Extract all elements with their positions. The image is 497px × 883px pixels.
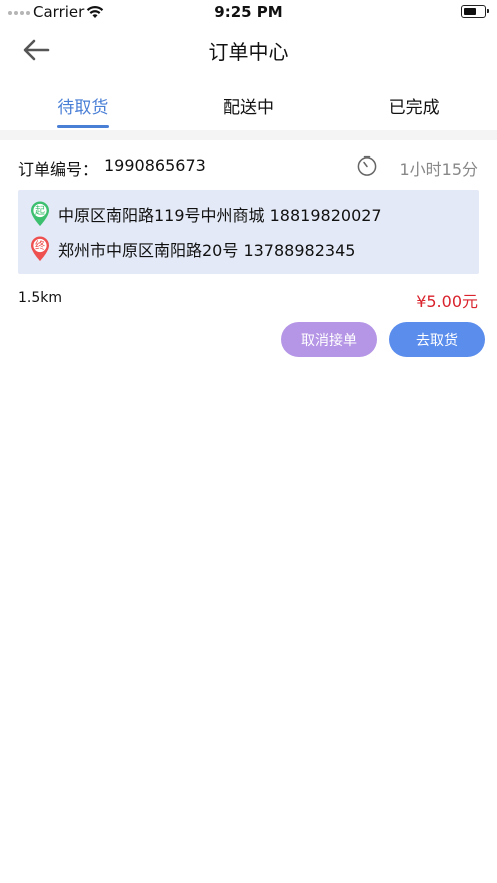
pickup-address: 中原区南阳路119号中州商城 18819820027 bbox=[58, 206, 382, 225]
tab-to-pickup[interactable]: 待取货 bbox=[0, 84, 166, 130]
cancel-order-button[interactable]: 取消接单 bbox=[281, 322, 377, 357]
start-pin-icon: 起 bbox=[31, 201, 49, 226]
address-box: 起 中原区南阳路119号中州商城 18819820027 终 郑州市中原区南阳路… bbox=[18, 190, 479, 274]
dropoff-address: 郑州市中原区南阳路20号 13788982345 bbox=[58, 241, 356, 260]
order-price: ¥5.00元 bbox=[416, 292, 478, 311]
start-pin-label: 起 bbox=[35, 205, 45, 217]
tab-delivering[interactable]: 配送中 bbox=[166, 84, 332, 130]
dropoff-address-row: 终 郑州市中原区南阳路20号 13788982345 bbox=[30, 236, 355, 262]
pickup-address-row: 起 中原区南阳路119号中州商城 18819820027 bbox=[30, 201, 382, 227]
timer-icon bbox=[356, 155, 378, 181]
distance-label: 1.5km bbox=[18, 290, 63, 306]
end-pin-icon: 终 bbox=[31, 236, 49, 261]
go-pickup-button[interactable]: 去取货 bbox=[389, 322, 485, 357]
page-title: 订单中心 bbox=[208, 40, 289, 64]
end-pin-label: 终 bbox=[35, 239, 45, 252]
order-card[interactable]: 订单编号： 1990865673 1小时15分 起 中原区南阳路119号中州商城… bbox=[0, 140, 497, 370]
battery-icon bbox=[461, 5, 489, 18]
order-number: 1990865673 bbox=[104, 156, 206, 175]
navigation-bar: 订单中心 bbox=[0, 24, 497, 76]
section-divider bbox=[0, 130, 497, 140]
time-remaining: 1小时15分 bbox=[399, 160, 478, 179]
tab-completed[interactable]: 已完成 bbox=[331, 84, 497, 130]
order-number-label: 订单编号： bbox=[18, 160, 99, 179]
order-status-tabs: 待取货 配送中 已完成 bbox=[0, 84, 497, 130]
status-bar: Carrier 9:25 PM bbox=[0, 0, 497, 24]
clock-time: 9:25 PM bbox=[214, 3, 283, 21]
